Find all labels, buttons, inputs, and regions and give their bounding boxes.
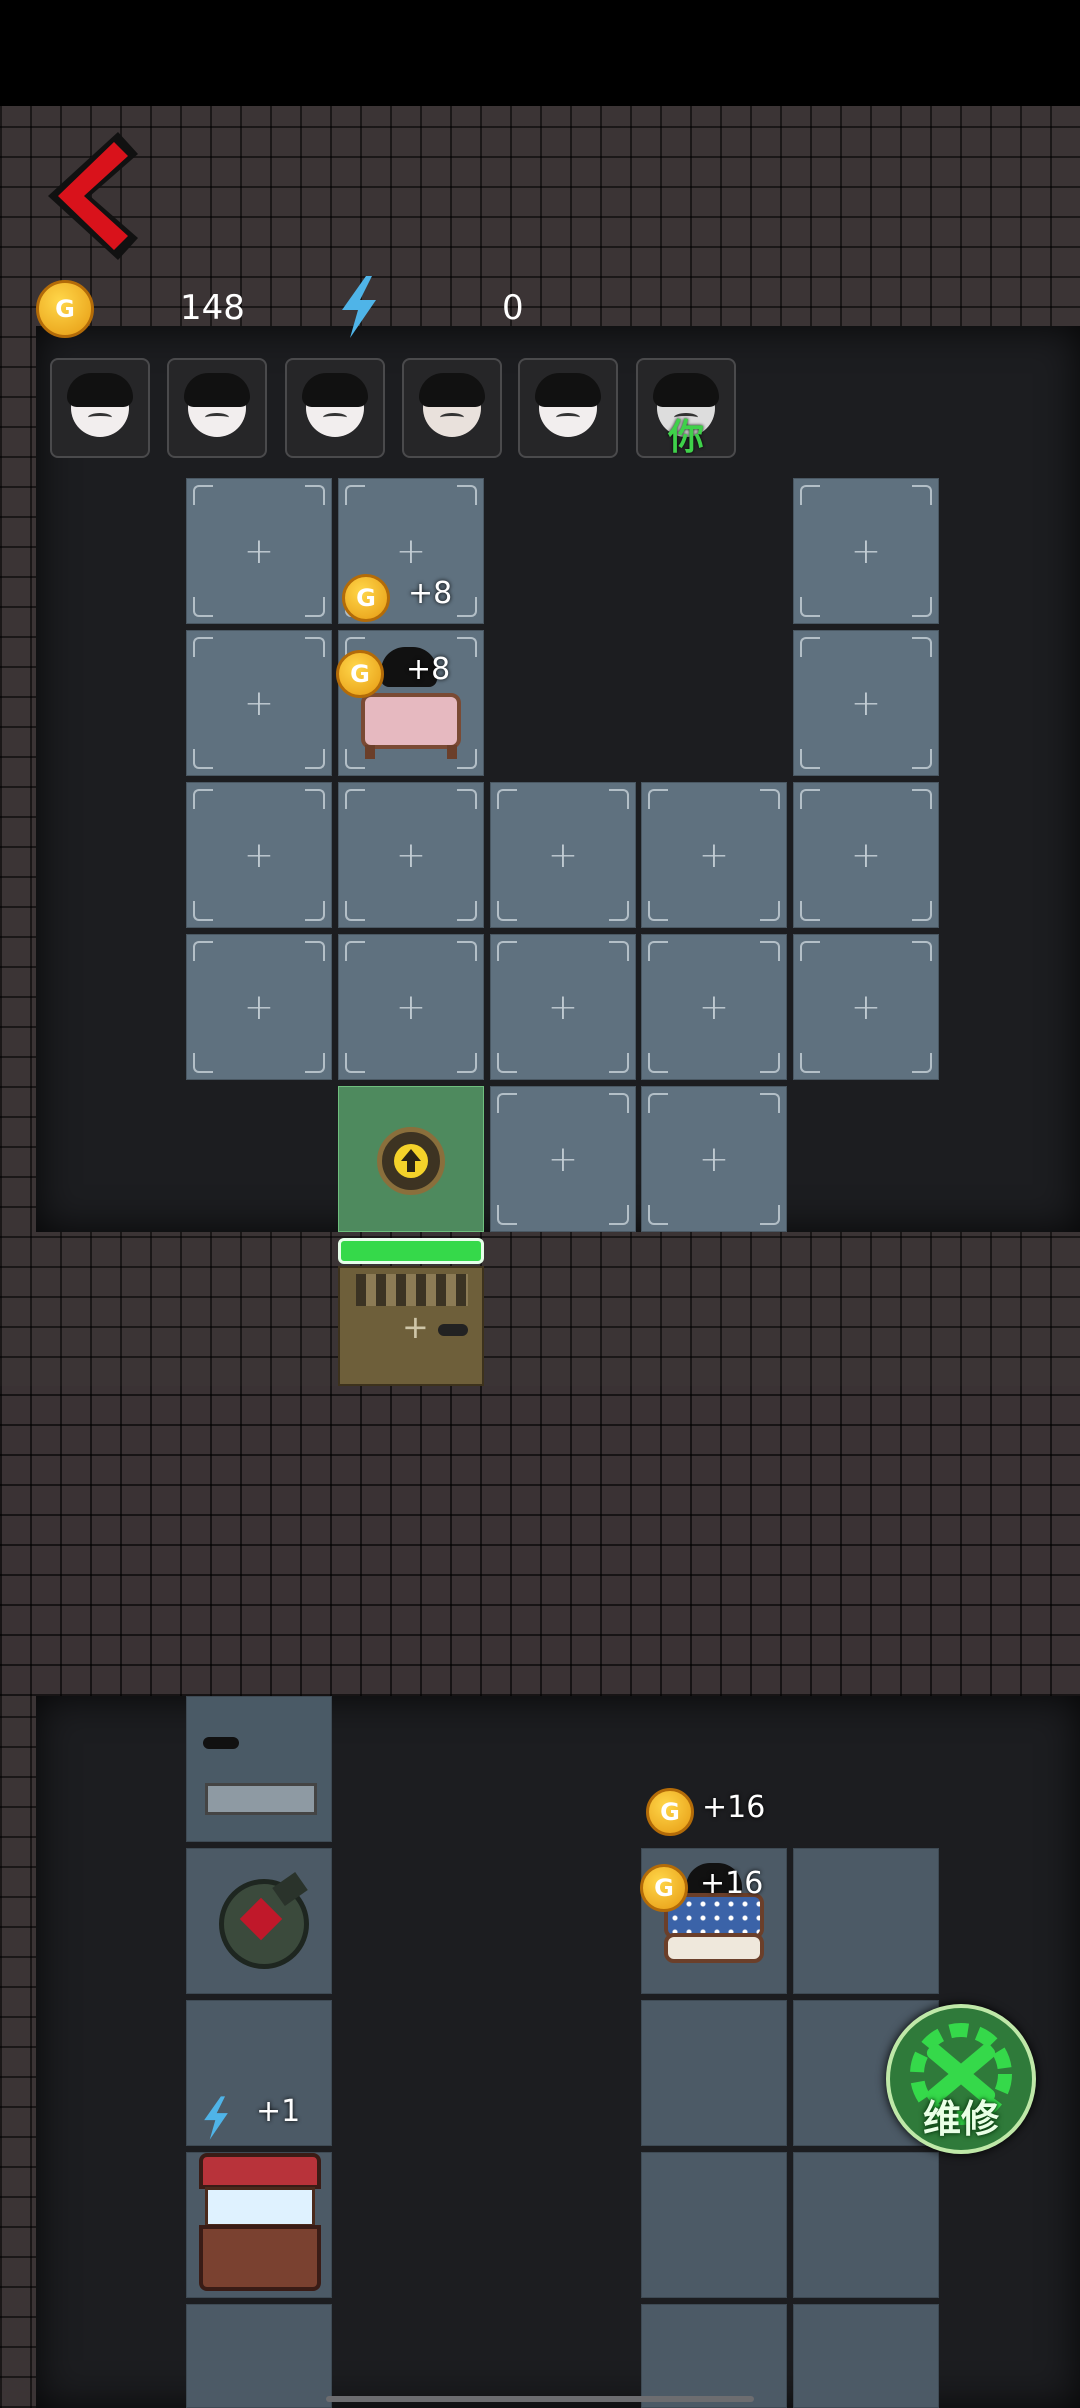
face-icon bbox=[535, 373, 601, 437]
player-marker: 你 bbox=[668, 417, 705, 458]
build-slot[interactable]: + bbox=[793, 782, 939, 928]
energy-gain-label: +1 bbox=[256, 2094, 301, 2129]
gold-coin-icon: G bbox=[342, 574, 390, 622]
gold-gain-label: +8 bbox=[408, 576, 453, 611]
home-indicator bbox=[326, 2396, 754, 2402]
maid-girl-portrait-2[interactable] bbox=[285, 358, 385, 458]
gold-gain-label: +16 bbox=[700, 1866, 764, 1901]
repair-label: 维修 bbox=[922, 2097, 999, 2141]
face-icon bbox=[184, 373, 250, 437]
lightning-icon bbox=[200, 2094, 232, 2146]
gold-gain-label: +16 bbox=[702, 1790, 766, 1825]
arcade-slot[interactable] bbox=[186, 2152, 332, 2298]
cannon-slot[interactable] bbox=[186, 1848, 332, 1994]
repair-button[interactable]: 维修 bbox=[886, 2004, 1036, 2154]
build-slot[interactable]: + bbox=[186, 782, 332, 928]
face-icon bbox=[302, 373, 368, 437]
floor-tile[interactable] bbox=[641, 2000, 787, 2146]
build-slot[interactable]: + bbox=[338, 934, 484, 1080]
maid-girl-portrait-1[interactable] bbox=[167, 358, 267, 458]
room-door[interactable]: + bbox=[338, 1266, 484, 1386]
door-handle-icon bbox=[438, 1324, 468, 1336]
gold-coin-icon: G bbox=[640, 1864, 688, 1912]
build-slot[interactable]: + bbox=[490, 934, 636, 1080]
build-slot[interactable]: + bbox=[490, 1086, 636, 1232]
build-slot[interactable]: + bbox=[186, 630, 332, 776]
build-slot[interactable]: + bbox=[338, 782, 484, 928]
floor-tile[interactable] bbox=[641, 2152, 787, 2298]
door-tile[interactable] bbox=[186, 1696, 332, 1842]
player-portrait[interactable]: 你 bbox=[636, 358, 736, 458]
build-slot[interactable]: + bbox=[641, 782, 787, 928]
floor-tile[interactable] bbox=[793, 2304, 939, 2408]
gold-coin-icon: G bbox=[336, 650, 384, 698]
door-health-bar bbox=[338, 1238, 484, 1264]
build-slot[interactable]: + bbox=[641, 1086, 787, 1232]
ghost-girl-portrait[interactable] bbox=[50, 358, 150, 458]
floor-tile[interactable] bbox=[793, 1848, 939, 1994]
floor-tile[interactable] bbox=[186, 2304, 332, 2408]
gold-coin-icon: G bbox=[36, 280, 94, 338]
build-slot[interactable]: + bbox=[641, 934, 787, 1080]
gold-coin-icon: G bbox=[646, 1788, 694, 1836]
floor-tile[interactable] bbox=[793, 2152, 939, 2298]
build-slot[interactable]: + bbox=[186, 934, 332, 1080]
back-button[interactable] bbox=[38, 126, 142, 266]
lightning-icon bbox=[336, 276, 382, 342]
energy-value: 0 bbox=[502, 288, 524, 328]
wall-band bbox=[0, 1386, 1080, 1696]
pink-bed-icon bbox=[361, 647, 461, 761]
status-bar bbox=[0, 0, 1080, 106]
bun-girl-portrait[interactable] bbox=[402, 358, 502, 458]
key-icon bbox=[203, 1737, 239, 1749]
gold-value: 148 bbox=[180, 288, 245, 328]
face-icon bbox=[419, 373, 485, 437]
arcade-machine-icon bbox=[199, 2153, 321, 2293]
build-slot[interactable]: + bbox=[186, 478, 332, 624]
floor-tile[interactable] bbox=[641, 2304, 787, 2408]
gold-gain-label: +8 bbox=[406, 652, 451, 687]
upgrade-slot[interactable] bbox=[338, 1086, 484, 1232]
build-slot[interactable]: + bbox=[793, 478, 939, 624]
boy-portrait[interactable] bbox=[518, 358, 618, 458]
cannon-turret-icon bbox=[219, 1871, 309, 1969]
chevron-left-icon bbox=[48, 132, 138, 260]
face-icon bbox=[67, 373, 133, 437]
build-slot[interactable]: + bbox=[490, 782, 636, 928]
build-slot[interactable]: + bbox=[793, 630, 939, 776]
arrow-up-icon bbox=[377, 1127, 445, 1195]
build-slot[interactable]: + bbox=[793, 934, 939, 1080]
